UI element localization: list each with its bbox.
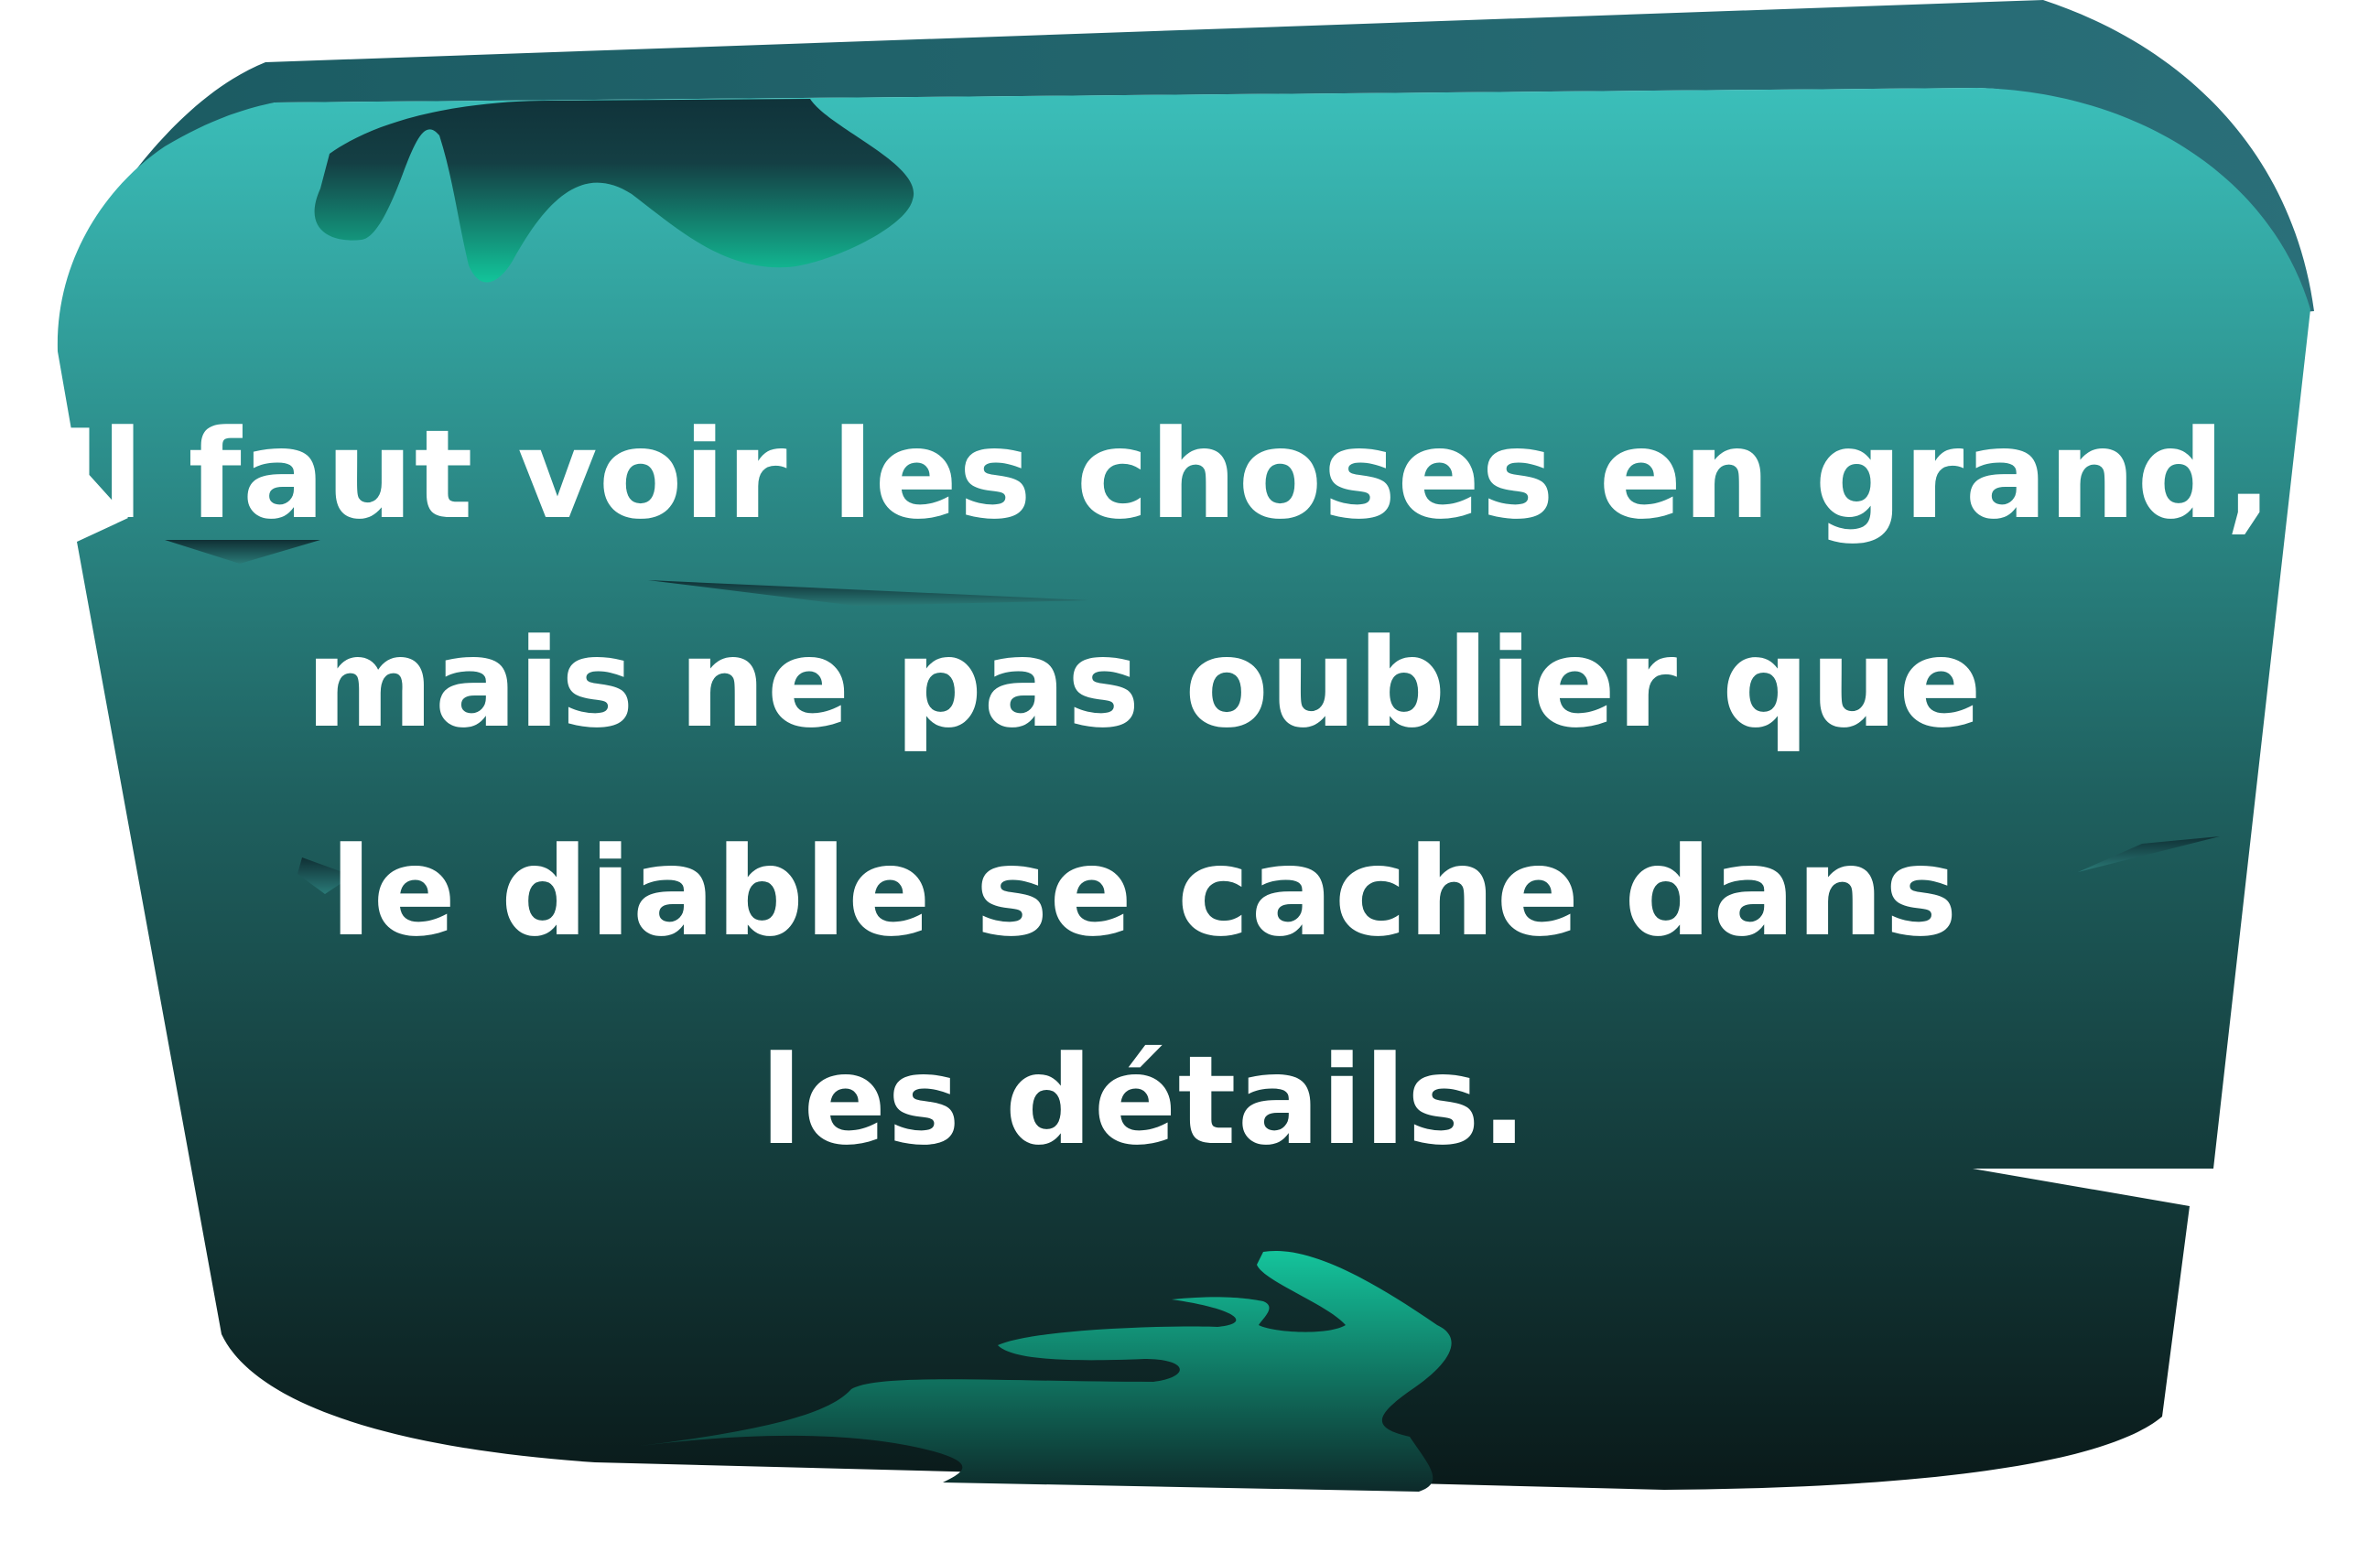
quote-line-1: Il faut voir les choses en grand,: [55, 404, 2274, 546]
quote-line-2: mais ne pas oublier que: [305, 612, 1984, 755]
quote-line-4: les détails.: [760, 1029, 1529, 1172]
quote-line-3: le diable se cache dans: [330, 821, 1959, 964]
sign-illustration: Il faut voir les choses en grand, mais n…: [0, 0, 2380, 1563]
quote-text: Il faut voir les choses en grand, mais n…: [55, 371, 2274, 1205]
